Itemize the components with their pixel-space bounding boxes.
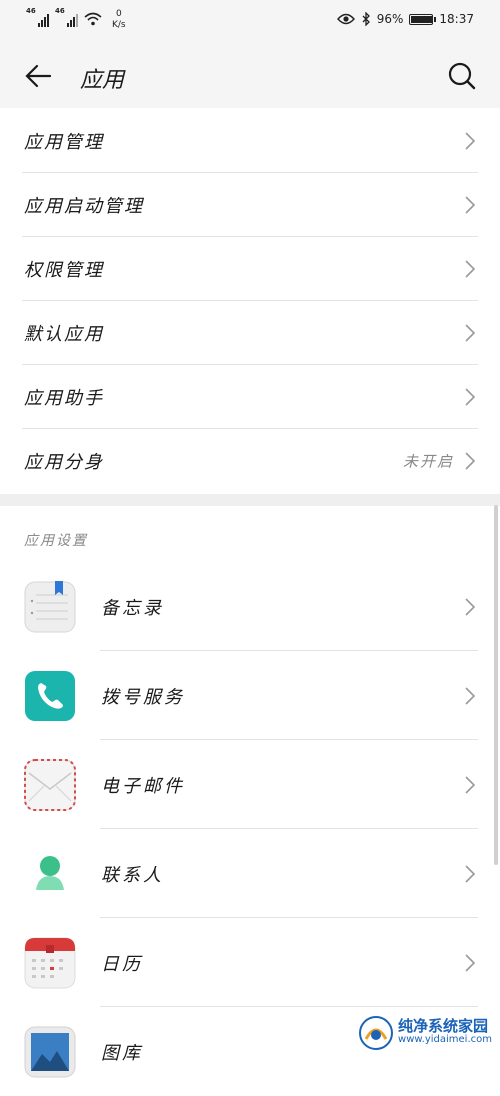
scrollbar-thumb[interactable] bbox=[494, 505, 498, 865]
app-item-dialer[interactable]: 拨号服务 bbox=[0, 651, 500, 740]
net-speed: 0 K/s bbox=[112, 9, 126, 31]
menu-item-label: 应用启动管理 bbox=[24, 196, 144, 217]
app-twin-status: 未开启 bbox=[402, 452, 454, 471]
watermark-logo-icon bbox=[359, 1016, 394, 1050]
phone-icon bbox=[25, 670, 75, 721]
signal-1-icon: 46 bbox=[26, 7, 49, 27]
net-speed-value: 0 bbox=[115, 9, 122, 19]
menu-item-app-assistant[interactable]: 应用助手 bbox=[0, 365, 500, 429]
menu-item-label: 权限管理 bbox=[24, 260, 104, 281]
app-item-label: 日历 bbox=[101, 953, 143, 975]
chevron-right-icon bbox=[465, 196, 476, 214]
chevron-right-icon bbox=[465, 953, 476, 972]
chevron-right-icon bbox=[465, 775, 476, 794]
site-watermark: 纯净系统家园 www.yidaimei.com bbox=[358, 1015, 492, 1051]
app-menu-list: 应用管理 应用启动管理 权限管理 默认应用 应用助手 应用分身 未开启 bbox=[0, 109, 500, 493]
menu-item-app-twin[interactable]: 应用分身 未开启 bbox=[0, 429, 500, 493]
signal-1-label: 46 bbox=[26, 7, 36, 15]
menu-item-label: 应用管理 bbox=[24, 132, 104, 153]
app-item-email[interactable]: 电子邮件 bbox=[0, 740, 500, 829]
search-button[interactable] bbox=[446, 60, 478, 92]
menu-item-default-apps[interactable]: 默认应用 bbox=[0, 301, 500, 365]
notepad-icon bbox=[24, 580, 76, 632]
chevron-right-icon bbox=[465, 452, 476, 470]
chevron-right-icon bbox=[465, 864, 476, 883]
clock: 18:37 bbox=[439, 12, 474, 26]
net-speed-unit: K/s bbox=[112, 20, 126, 30]
app-item-label: 备忘录 bbox=[101, 597, 164, 619]
arrow-left-icon bbox=[25, 64, 52, 88]
menu-item-app-launch-management[interactable]: 应用启动管理 bbox=[0, 173, 500, 237]
chevron-right-icon bbox=[465, 686, 476, 705]
eye-icon bbox=[336, 13, 355, 25]
contacts-icon bbox=[36, 855, 64, 890]
app-item-label: 图库 bbox=[101, 1042, 143, 1064]
page-title: 应用 bbox=[80, 68, 125, 93]
watermark-url: www.yidaimei.com bbox=[398, 1034, 492, 1045]
menu-item-app-management[interactable]: 应用管理 bbox=[0, 109, 500, 173]
app-item-contacts[interactable]: 联系人 bbox=[0, 829, 500, 918]
battery-percent: 96% bbox=[376, 12, 404, 26]
app-bar: 应用 bbox=[0, 44, 500, 108]
bluetooth-icon bbox=[362, 12, 370, 26]
chevron-right-icon bbox=[465, 324, 476, 342]
app-item-label: 联系人 bbox=[101, 864, 164, 886]
app-item-label: 电子邮件 bbox=[101, 775, 185, 797]
chevron-right-icon bbox=[465, 597, 476, 616]
email-icon bbox=[24, 758, 76, 811]
chevron-right-icon bbox=[465, 388, 476, 406]
calendar-icon bbox=[24, 937, 76, 988]
battery-icon bbox=[409, 13, 437, 25]
chevron-right-icon bbox=[465, 260, 476, 278]
chevron-right-icon bbox=[465, 132, 476, 150]
status-bar: 46 46 0 K/s 96% 18:37 bbox=[0, 0, 500, 44]
watermark-title: 纯净系统家园 bbox=[398, 1017, 489, 1035]
app-item-calendar[interactable]: 日历 bbox=[0, 918, 500, 1007]
app-item-label: 拨号服务 bbox=[101, 686, 185, 708]
menu-item-label: 应用助手 bbox=[24, 388, 104, 409]
gallery-icon bbox=[24, 1026, 76, 1077]
menu-item-label: 应用分身 bbox=[24, 452, 104, 473]
menu-item-label: 默认应用 bbox=[24, 324, 104, 345]
menu-item-permission-management[interactable]: 权限管理 bbox=[0, 237, 500, 301]
back-button[interactable] bbox=[22, 60, 54, 92]
search-icon bbox=[448, 62, 476, 90]
app-settings-header: 应用设置 bbox=[24, 533, 88, 549]
wifi-icon bbox=[84, 12, 102, 26]
signal-2-label: 46 bbox=[55, 7, 65, 15]
signal-2-icon: 46 bbox=[55, 7, 78, 27]
section-gap bbox=[0, 494, 500, 506]
app-item-notepad[interactable]: 备忘录 bbox=[0, 562, 500, 651]
